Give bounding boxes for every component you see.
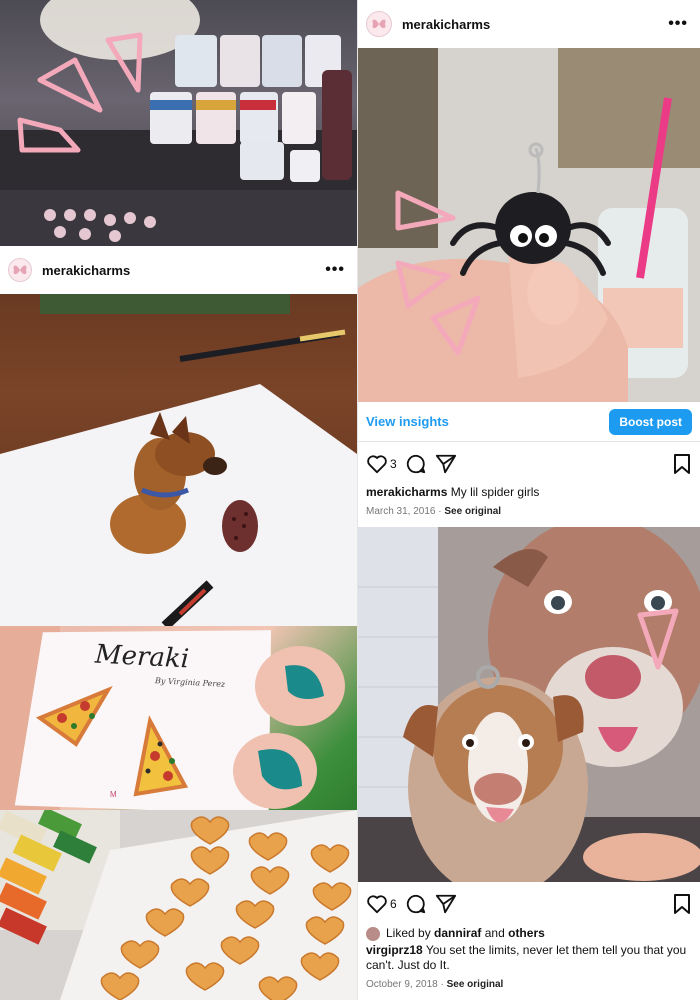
liked-by-user[interactable]: danniraf	[434, 926, 481, 941]
bookmark-icon[interactable]	[672, 893, 692, 915]
username[interactable]: merakicharms	[402, 17, 668, 32]
post-caption: Liked by danniraf and others virgiprz18 …	[358, 926, 700, 992]
clay-dog-illustration	[0, 294, 357, 626]
post-header: merakicharms •••	[358, 0, 700, 48]
post-actions: 6	[358, 890, 700, 918]
share-action[interactable]	[435, 453, 457, 475]
liked-by-and: and	[484, 926, 505, 940]
right-column: merakicharms ••• View insights Boost pos…	[357, 0, 700, 1000]
see-original-link[interactable]: See original	[447, 979, 504, 990]
spider-charm-illustration	[358, 48, 700, 402]
comment-action[interactable]	[405, 893, 427, 915]
like-action[interactable]: 6	[366, 894, 397, 914]
svg-text:M: M	[110, 790, 117, 799]
avatar[interactable]	[8, 258, 32, 282]
post-photo-pizza-earrings[interactable]: M Meraki By Virginia Perez	[0, 626, 357, 810]
more-icon[interactable]: •••	[325, 262, 345, 278]
bookmark-icon[interactable]	[672, 453, 692, 475]
heart-icon[interactable]	[366, 454, 388, 474]
send-icon[interactable]	[435, 453, 457, 475]
avatar[interactable]	[366, 11, 392, 37]
comment-action[interactable]	[405, 453, 427, 475]
caption-text: My lil spider girls	[450, 485, 540, 499]
liked-by-others[interactable]: others	[508, 926, 545, 941]
boost-post-button[interactable]: Boost post	[609, 408, 692, 435]
heart-icon[interactable]	[366, 894, 388, 914]
like-count: 3	[390, 457, 397, 471]
post-photo-spider[interactable]	[358, 48, 700, 402]
more-icon[interactable]: •••	[668, 16, 688, 32]
left-column: merakicharms ••• M Meraki By Virginia Pe…	[0, 0, 357, 1000]
liker-avatar[interactable]	[366, 926, 380, 941]
pitbull-charm-illustration	[358, 527, 700, 882]
card-brand: Meraki	[94, 639, 190, 675]
insights-bar: View insights Boost post	[358, 402, 700, 442]
post-photo-pitbull[interactable]	[358, 527, 700, 882]
post-actions: 3	[358, 450, 700, 478]
like-count: 6	[390, 897, 397, 911]
username[interactable]: merakicharms	[42, 263, 325, 278]
liked-by-prefix: Liked by	[386, 926, 431, 940]
caption-username[interactable]: virgiprz18	[366, 943, 423, 957]
see-original-link[interactable]: See original	[444, 506, 501, 517]
post-date: March 31, 2016	[366, 506, 436, 517]
post-photo-paints[interactable]	[0, 0, 357, 248]
view-insights-link[interactable]: View insights	[366, 414, 449, 429]
send-icon[interactable]	[435, 893, 457, 915]
post-meta: October 9, 2018 · See original	[366, 979, 504, 990]
waffles-illustration	[0, 810, 357, 1000]
post-caption: merakicharms My lil spider girls March 3…	[358, 485, 700, 519]
butterfly-icon	[372, 19, 386, 29]
post-date: October 9, 2018	[366, 979, 438, 990]
post-header: merakicharms •••	[0, 246, 357, 294]
like-action[interactable]: 3	[366, 454, 397, 474]
comment-icon[interactable]	[405, 893, 427, 915]
post-photo-waffles[interactable]	[0, 810, 357, 1000]
share-action[interactable]	[435, 893, 457, 915]
caption-username[interactable]: merakicharms	[366, 485, 447, 499]
liked-by-line: Liked by danniraf and others	[366, 926, 692, 941]
caption-line: merakicharms My lil spider girls	[366, 485, 692, 500]
caption-line: virgiprz18 You set the limits, never let…	[366, 943, 692, 973]
paint-jars-illustration	[0, 0, 357, 248]
post-photo-clay-dog[interactable]	[0, 294, 357, 626]
comment-icon[interactable]	[405, 453, 427, 475]
post-meta: March 31, 2016 · See original	[366, 506, 502, 517]
butterfly-icon	[13, 265, 27, 275]
